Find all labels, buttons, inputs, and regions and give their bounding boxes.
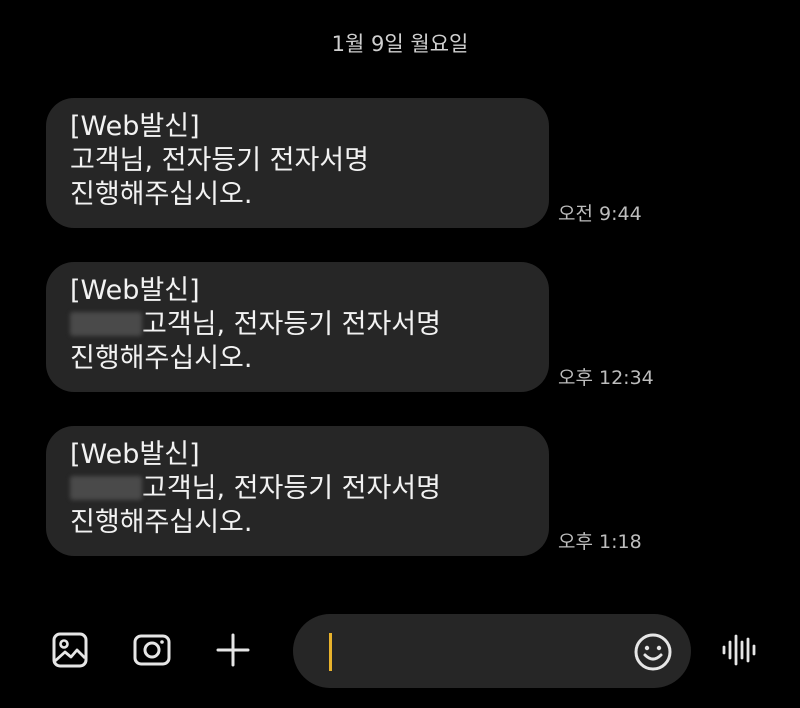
voice-input-button[interactable] [720, 630, 760, 670]
message-sender-tag: [Web발신] [70, 439, 200, 470]
redacted-name [70, 476, 142, 500]
message-bubble[interactable]: [Web발신] 고객님, 전자등기 전자서명 진행해주십시오. [46, 426, 549, 556]
redacted-name [70, 312, 142, 336]
add-attachment-button[interactable] [213, 630, 253, 670]
message-timestamp: 오후 12:34 [558, 367, 654, 389]
message-text-line: 고객님, 전자등기 전자서명 [70, 472, 525, 506]
message-text: 고객님, 전자등기 전자서명 [142, 473, 441, 504]
plus-icon [216, 633, 250, 667]
message-text-line: 고객님, 전자등기 전자서명 [70, 308, 525, 342]
message-text-line: 진행해주십시오. [70, 507, 253, 538]
message-input[interactable] [293, 614, 691, 688]
emoji-icon [634, 633, 672, 671]
message-row: [Web발신] 고객님, 전자등기 전자서명 진행해주십시오. 오후 1:18 [46, 426, 686, 556]
gallery-button[interactable] [50, 630, 90, 670]
text-cursor [329, 633, 332, 671]
message-text-line: 진행해주십시오. [70, 343, 253, 374]
message-timestamp: 오전 9:44 [558, 203, 642, 225]
message-text-line: 진행해주십시오. [70, 179, 253, 210]
message-row: [Web발신] 고객님, 전자등기 전자서명 진행해주십시오. 오전 9:44 [46, 98, 686, 228]
message-bubble[interactable]: [Web발신] 고객님, 전자등기 전자서명 진행해주십시오. [46, 262, 549, 392]
message-bubble[interactable]: [Web발신] 고객님, 전자등기 전자서명 진행해주십시오. [46, 98, 549, 228]
message-sender-tag: [Web발신] [70, 275, 200, 306]
message-timestamp: 오후 1:18 [558, 531, 642, 553]
gallery-icon [52, 632, 88, 668]
message-row: [Web발신] 고객님, 전자등기 전자서명 진행해주십시오. 오후 12:34 [46, 262, 686, 392]
message-sender-tag: [Web발신] [70, 111, 200, 142]
camera-button[interactable] [132, 630, 172, 670]
voice-waveform-icon [722, 634, 756, 666]
camera-icon [133, 634, 171, 666]
message-text-line: 고객님, 전자등기 전자서명 [70, 145, 369, 176]
compose-bar [0, 612, 800, 692]
message-text: 고객님, 전자등기 전자서명 [142, 309, 441, 340]
date-header: 1월 9일 월요일 [331, 32, 469, 56]
emoji-button[interactable] [633, 632, 673, 672]
